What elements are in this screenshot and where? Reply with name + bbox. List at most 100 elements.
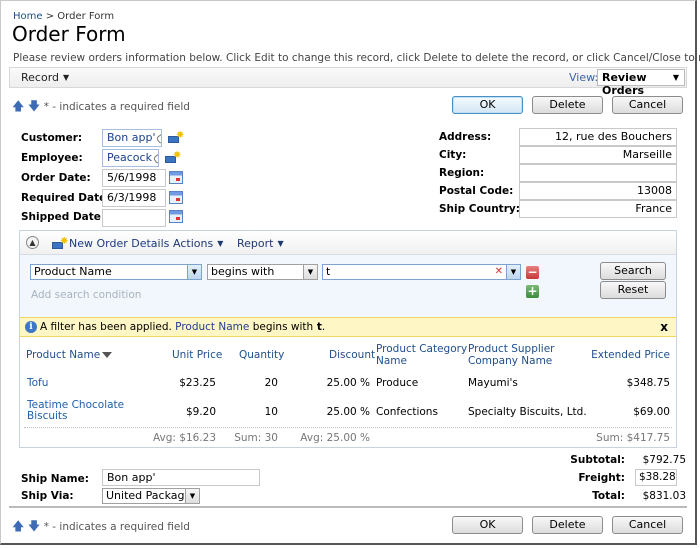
add-search-condition-link[interactable]: Add search condition	[31, 289, 141, 301]
cell-discount: 25.00 %	[326, 377, 370, 389]
required-note-top: 🡅 🡇 * - indicates a required field	[12, 97, 190, 118]
search-panel: Product Name ▼ begins with ▼ t ✕ ▼ − + Add s…	[20, 255, 676, 317]
chevron-down-icon[interactable]: ▼	[303, 265, 317, 279]
new-employee-icon[interactable]: ✸	[165, 150, 181, 163]
report-menu[interactable]: Report ▼	[237, 237, 284, 250]
search-field-value: Product Name	[34, 265, 112, 278]
grid-toolbar: ▲ ✸ New Order Details Actions ▼ Report ▼	[20, 231, 676, 255]
cell-category: Confections	[376, 406, 438, 418]
order-details-grid: ▲ ✸ New Order Details Actions ▼ Report ▼ P…	[19, 230, 677, 448]
delete-button[interactable]: Delete	[532, 96, 603, 114]
order-date-input[interactable]: 5/6/1998	[102, 169, 166, 187]
region-label: Region:	[439, 167, 485, 179]
search-operator-select[interactable]: begins with ▼	[207, 264, 318, 280]
filter-prefix: A filter has been applied.	[40, 321, 172, 333]
new-customer-icon[interactable]: ✸	[168, 130, 184, 143]
reset-button[interactable]: Reset	[600, 281, 666, 299]
column-header-product-name[interactable]: Product Name	[26, 349, 113, 361]
add-condition-button[interactable]: +	[526, 285, 539, 298]
cell-product-name[interactable]: Tofu	[27, 377, 48, 389]
search-button[interactable]: Search	[600, 262, 666, 280]
record-menu[interactable]: Record ▼	[21, 71, 69, 84]
caret-down-icon: ▼	[63, 73, 70, 82]
shipped-date-label: Shipped Date:	[21, 211, 106, 223]
freight-input[interactable]: $38.28	[635, 469, 677, 486]
eraser-icon[interactable]	[152, 151, 158, 165]
search-field-select[interactable]: Product Name ▼	[30, 264, 202, 280]
region-input[interactable]	[519, 164, 677, 182]
required-date-label: Required Date:	[21, 192, 111, 204]
arrow-up-icon[interactable]: 🡅	[12, 519, 24, 533]
customer-label: Customer:	[21, 132, 83, 144]
city-input[interactable]: Marseille	[519, 146, 677, 164]
subtotal-value: $792.75	[642, 454, 686, 466]
view-selector[interactable]: Review Orders ▼	[597, 69, 685, 97]
delete-button-bottom[interactable]: Delete	[532, 516, 603, 534]
required-date-input[interactable]: 6/3/1998	[102, 189, 166, 207]
column-header-unit-price[interactable]: Unit Price	[172, 349, 222, 361]
page-description: Please review orders information below. …	[13, 52, 700, 64]
employee-value: Peacock	[107, 151, 152, 164]
search-value-input[interactable]: t ✕ ▼	[322, 264, 521, 280]
cell-category: Produce	[376, 377, 419, 389]
chevron-down-icon[interactable]: ▼	[187, 265, 201, 279]
new-order-details-button[interactable]: New Order Details	[69, 237, 169, 250]
address-input[interactable]: 12, rue des Bouchers	[519, 128, 677, 146]
breadcrumb-home[interactable]: Home	[13, 11, 43, 22]
cancel-button-bottom[interactable]: Cancel	[612, 516, 683, 534]
freight-label: Freight:	[578, 472, 625, 484]
shipped-date-input[interactable]	[102, 209, 166, 227]
clear-filter-icon[interactable]: ✕	[495, 265, 503, 279]
employee-lookup[interactable]: Peacock	[102, 149, 159, 167]
ship-via-select[interactable]: United Package ▼	[102, 488, 200, 504]
cell-extended-price: $69.00	[633, 406, 670, 418]
postal-code-input[interactable]: 13008	[519, 182, 677, 200]
view-label: View:	[569, 71, 599, 84]
column-header-discount[interactable]: Discount	[329, 349, 375, 361]
column-header-supplier[interactable]: Product Supplier Company Name	[468, 343, 554, 367]
arrow-up-icon[interactable]: 🡅	[12, 99, 24, 113]
column-header-label: Name	[376, 355, 407, 367]
column-header-extended-price[interactable]: Extended Price	[591, 349, 670, 361]
calendar-icon[interactable]	[169, 191, 183, 204]
agg-quantity: Sum: 30	[234, 432, 278, 444]
column-header-label: Product Name	[26, 349, 101, 361]
filter-operator: begins with	[252, 321, 314, 333]
actions-menu-label: Actions	[173, 237, 214, 250]
eraser-icon[interactable]	[156, 131, 161, 145]
ship-name-input[interactable]: Bon app'	[102, 469, 260, 486]
calendar-icon[interactable]	[169, 210, 183, 223]
calendar-icon[interactable]	[169, 171, 183, 184]
column-header-label: Product Supplier	[468, 343, 555, 355]
arrow-down-icon[interactable]: 🡇	[28, 519, 40, 533]
actions-menu[interactable]: Actions ▼	[173, 237, 223, 250]
ship-country-input[interactable]: France	[519, 200, 677, 218]
chevron-down-icon[interactable]: ▼	[506, 265, 520, 279]
column-header-quantity[interactable]: Quantity	[239, 349, 284, 361]
customer-lookup[interactable]: Bon app'	[102, 129, 162, 147]
column-header-category[interactable]: Product Category Name	[376, 343, 467, 367]
filter-funnel-icon[interactable]	[102, 352, 113, 358]
chevron-down-icon[interactable]: ▼	[185, 489, 199, 503]
ship-via-value: United Package	[106, 489, 192, 502]
remove-condition-button[interactable]: −	[526, 266, 539, 279]
breadcrumb: Home > Order Form	[13, 11, 114, 22]
arrow-down-icon[interactable]: 🡇	[28, 99, 40, 113]
close-filter-icon[interactable]: x	[660, 318, 668, 336]
agg-extended-price: Sum: $417.75	[596, 432, 670, 444]
subtotal-label: Subtotal:	[570, 454, 625, 466]
report-menu-label: Report	[237, 237, 274, 250]
required-note-text: * - indicates a required field	[43, 521, 190, 533]
order-form-window: Home > Order Form Order Form Please revi…	[0, 0, 700, 545]
total-value: $831.03	[642, 490, 686, 502]
column-header-label: Company Name	[468, 355, 553, 367]
breadcrumb-current: Order Form	[57, 11, 115, 22]
ok-button-bottom[interactable]: OK	[452, 516, 523, 534]
required-note-bottom: 🡅 🡇 * - indicates a required field	[12, 517, 190, 538]
postal-code-label: Postal Code:	[439, 185, 514, 197]
ok-button[interactable]: OK	[452, 96, 523, 114]
collapse-icon[interactable]: ▲	[26, 236, 39, 249]
cancel-button[interactable]: Cancel	[612, 96, 683, 114]
page-title: Order Form	[12, 22, 126, 46]
cell-product-name[interactable]: Teatime Chocolate Biscuits	[27, 400, 124, 422]
